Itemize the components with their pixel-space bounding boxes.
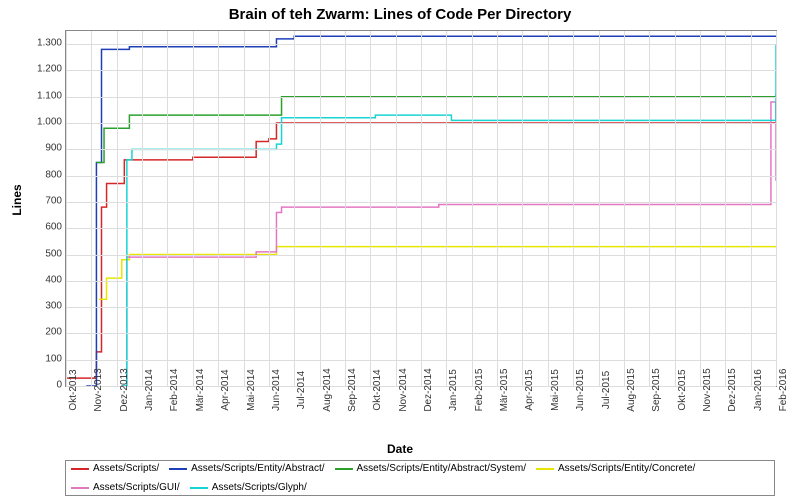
legend-label: Assets/Scripts/GUI/ [93,482,180,493]
x-tick: Dez-2015 [727,368,738,411]
x-tick: Aug-2014 [322,368,333,411]
x-tick: Jan-2015 [448,369,459,411]
legend-item: Assets/Scripts/Entity/Abstract/ [169,463,324,474]
legend-swatch [169,468,187,470]
y-tick: 700 [22,195,62,206]
y-tick: 200 [22,327,62,338]
x-tick: Dez-2013 [119,368,130,411]
x-tick: Jan-2014 [144,369,155,411]
legend: Assets/Scripts/Assets/Scripts/Entity/Abs… [65,460,775,496]
x-tick: Nov-2015 [702,368,713,411]
legend-label: Assets/Scripts/Entity/Abstract/ [191,463,324,474]
x-tick: Apr-2014 [220,369,231,410]
chart-title: Brain of teh Zwarm: Lines of Code Per Di… [0,6,800,23]
x-tick: Okt-2014 [372,369,383,410]
x-tick: Okt-2015 [677,369,688,410]
x-tick: Dez-2014 [423,368,434,411]
legend-item: Assets/Scripts/Entity/Abstract/System/ [335,463,527,474]
y-tick: 1.200 [22,64,62,75]
x-tick: Mär-2015 [499,369,510,412]
legend-item: Assets/Scripts/GUI/ [71,482,180,493]
x-tick: Jan-2016 [753,369,764,411]
y-tick: 1.000 [22,117,62,128]
legend-swatch [335,468,353,470]
y-tick: 0 [22,380,62,391]
x-tick: Feb-2014 [169,369,180,412]
y-tick: 1.100 [22,90,62,101]
series-line [122,102,776,386]
chart-container: Brain of teh Zwarm: Lines of Code Per Di… [0,0,800,500]
x-tick: Nov-2013 [93,368,104,411]
plot-area [65,30,777,387]
legend-item: Assets/Scripts/ [71,463,159,474]
x-tick: Jul-2014 [296,371,307,409]
legend-swatch [71,468,89,470]
y-tick: 800 [22,169,62,180]
x-tick: Sep-2015 [651,368,662,411]
legend-swatch [71,487,89,489]
x-tick: Jun-2015 [575,369,586,411]
legend-swatch [536,468,554,470]
x-tick: Mai-2014 [246,369,257,411]
x-tick: Jun-2014 [271,369,282,411]
legend-label: Assets/Scripts/Entity/Concrete/ [558,463,695,474]
legend-label: Assets/Scripts/ [93,463,159,474]
x-tick: Okt-2013 [68,369,79,410]
x-tick: Mär-2014 [195,369,206,412]
x-tick: Mai-2015 [550,369,561,411]
x-tick: Sep-2014 [347,368,358,411]
y-tick: 600 [22,222,62,233]
x-tick: Aug-2015 [626,368,637,411]
x-tick: Feb-2016 [778,369,789,412]
y-tick: 100 [22,353,62,364]
y-tick: 1.300 [22,38,62,49]
x-tick: Jul-2015 [601,371,612,409]
series-line [122,44,776,386]
legend-item: Assets/Scripts/Glyph/ [190,482,307,493]
legend-swatch [190,487,208,489]
x-tick: Nov-2014 [398,368,409,411]
x-axis-label: Date [0,442,800,456]
x-tick: Apr-2015 [524,369,535,410]
legend-label: Assets/Scripts/Glyph/ [212,482,307,493]
x-tick: Feb-2015 [474,369,485,412]
y-tick: 900 [22,143,62,154]
y-tick: 300 [22,301,62,312]
y-tick: 500 [22,248,62,259]
y-tick: 400 [22,274,62,285]
legend-label: Assets/Scripts/Entity/Abstract/System/ [357,463,527,474]
legend-item: Assets/Scripts/Entity/Concrete/ [536,463,695,474]
